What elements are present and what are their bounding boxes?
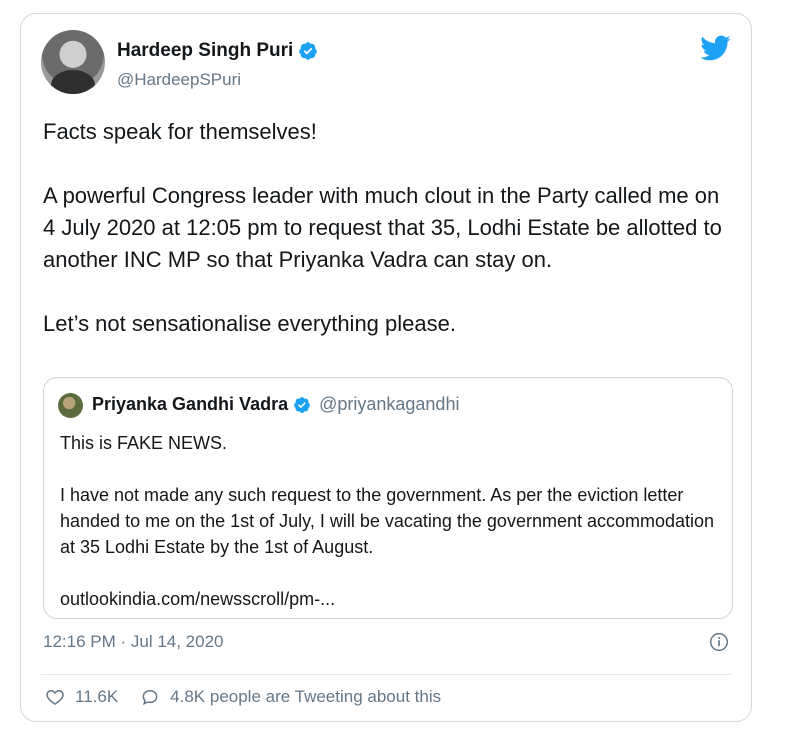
verified-badge-icon: [299, 42, 318, 60]
quoted-line-1: This is FAKE NEWS.: [60, 433, 228, 453]
tweet-line-1: Facts speak for themselves!: [43, 119, 317, 144]
quoted-tweet[interactable]: Priyanka Gandhi Vadra @priyankagandhi Th…: [43, 377, 733, 619]
tweet-line-3: Let’s not sensationalise everything plea…: [43, 311, 456, 336]
heart-icon: [46, 689, 64, 705]
avatar-shoulders: [51, 70, 95, 94]
quoted-author-handle[interactable]: @priyankagandhi: [319, 394, 459, 415]
author-avatar[interactable]: [41, 30, 105, 94]
tweet-timestamp[interactable]: 12:16 PM · Jul 14, 2020: [43, 632, 224, 652]
tweeting-action[interactable]: 4.8K people are Tweeting about this: [140, 687, 441, 707]
quoted-author-avatar[interactable]: [58, 393, 83, 418]
tweeting-text: 4.8K people are Tweeting about this: [170, 687, 442, 706]
tweet-text: Facts speak for themselves! A powerful C…: [43, 116, 733, 340]
quoted-link[interactable]: outlookindia.com/newsscroll/pm-...: [60, 586, 720, 612]
quoted-line-2: I have not made any such request to the …: [60, 485, 715, 557]
quoted-tweet-text: This is FAKE NEWS. I have not made any s…: [60, 430, 720, 612]
speech-bubble-icon: [142, 689, 158, 706]
divider: [41, 674, 731, 675]
author-name[interactable]: Hardeep Singh Puri: [117, 40, 293, 62]
tweet-actions: 11.6K 4.8K people are Tweeting about thi…: [45, 687, 463, 707]
twitter-bird-icon[interactable]: [699, 32, 731, 64]
author-name-row: Hardeep Singh Puri: [117, 40, 318, 62]
tweet-line-2: A powerful Congress leader with much clo…: [43, 183, 722, 272]
like-action[interactable]: 11.6K: [45, 687, 118, 707]
info-icon[interactable]: [709, 632, 729, 652]
author-handle[interactable]: @HardeepSPuri: [117, 70, 241, 90]
tweet-card: Hardeep Singh Puri @HardeepSPuri Facts s…: [20, 13, 752, 722]
verified-badge-icon: [294, 396, 310, 413]
quoted-author-name[interactable]: Priyanka Gandhi Vadra: [92, 394, 288, 415]
quoted-tweet-header: Priyanka Gandhi Vadra @priyankagandhi: [92, 394, 459, 415]
like-count: 11.6K: [75, 687, 119, 706]
